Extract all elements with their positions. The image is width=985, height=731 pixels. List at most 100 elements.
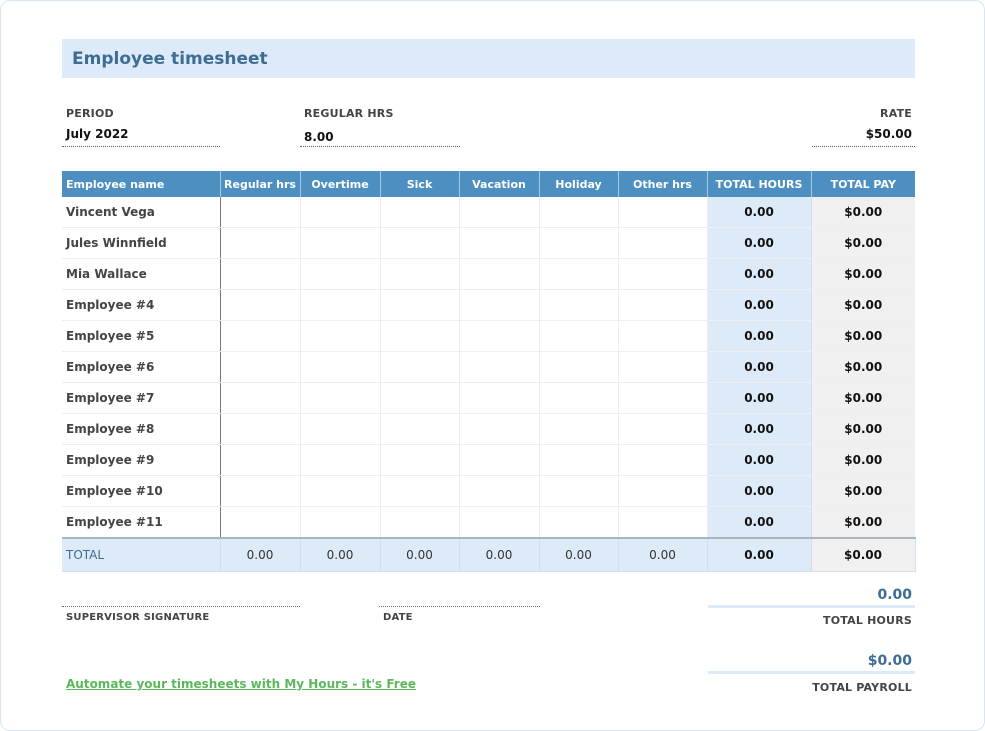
sick-cell[interactable] [380,475,460,507]
holiday-cell[interactable] [539,289,619,321]
holiday-cell[interactable] [539,444,619,476]
other-hrs-cell[interactable] [618,258,708,290]
sick-cell[interactable] [380,382,460,414]
holiday-cell[interactable] [539,506,619,539]
sick-cell[interactable] [380,444,460,476]
sick-cell[interactable] [380,258,460,290]
column-header-vacation: Vacation [459,171,540,197]
rate-value[interactable]: $50.00 [866,127,912,141]
regular-hrs-cell[interactable] [220,506,301,539]
vacation-cell[interactable] [459,258,540,290]
vacation-cell[interactable] [459,197,540,228]
employee-name-cell[interactable]: Mia Wallace [62,258,221,290]
overtime-cell[interactable] [300,258,381,290]
vacation-cell[interactable] [459,289,540,321]
employee-name-cell[interactable]: Employee #11 [62,506,221,539]
other-hrs-cell[interactable] [618,413,708,445]
total-hours-cell: 0.00 [707,289,812,321]
automate-timesheets-link[interactable]: Automate your timesheets with My Hours -… [66,677,416,691]
regular-hrs-cell[interactable] [220,289,301,321]
overtime-cell[interactable] [300,382,381,414]
other-hrs-cell[interactable] [618,382,708,414]
overtime-cell[interactable] [300,444,381,476]
total-hours-cell: 0.00 [707,227,812,259]
total-hours-cell: 0.00 [707,475,812,507]
other-hrs-cell[interactable] [618,197,708,228]
period-value[interactable]: July 2022 [66,127,129,141]
holiday-cell[interactable] [539,351,619,383]
other-hrs-cell[interactable] [618,506,708,539]
overtime-cell[interactable] [300,227,381,259]
sick-cell[interactable] [380,289,460,321]
column-header-sick: Sick [380,171,460,197]
supervisor-signature-line[interactable] [62,606,300,607]
employee-name-cell[interactable]: Employee #5 [62,320,221,352]
holiday-cell[interactable] [539,258,619,290]
vacation-cell[interactable] [459,382,540,414]
total-hours-cell: 0.00 [707,413,812,445]
vacation-cell[interactable] [459,506,540,539]
totals-row: TOTAL 0.00 0.00 0.00 0.00 0.00 0.00 0.00… [62,537,916,572]
date-line[interactable] [379,606,540,607]
other-hrs-cell[interactable] [618,227,708,259]
employee-name-cell[interactable]: Employee #6 [62,351,221,383]
rate-label: RATE [880,107,912,120]
regular-hrs-cell[interactable] [220,444,301,476]
total-hours-cell: 0.00 [707,444,812,476]
holiday-cell[interactable] [539,475,619,507]
overtime-cell[interactable] [300,320,381,352]
sick-cell[interactable] [380,413,460,445]
overtime-cell[interactable] [300,475,381,507]
regular-hrs-cell[interactable] [220,475,301,507]
other-hrs-cell[interactable] [618,444,708,476]
vacation-cell[interactable] [459,444,540,476]
total-hours-cell: 0.00 [707,258,812,290]
employee-name-cell[interactable]: Employee #10 [62,475,221,507]
employee-name-cell[interactable]: Jules Winnfield [62,227,221,259]
holiday-cell[interactable] [539,413,619,445]
vacation-cell[interactable] [459,227,540,259]
employee-name-cell[interactable]: Employee #8 [62,413,221,445]
holiday-cell[interactable] [539,382,619,414]
total-hours-cell: 0.00 [707,351,812,383]
overtime-cell[interactable] [300,289,381,321]
holiday-cell[interactable] [539,197,619,228]
vacation-cell[interactable] [459,413,540,445]
other-hrs-cell[interactable] [618,351,708,383]
sick-cell[interactable] [380,506,460,539]
total-hours-cell: 0.00 [707,382,812,414]
vacation-cell[interactable] [459,320,540,352]
vacation-cell[interactable] [459,475,540,507]
vacation-cell[interactable] [459,351,540,383]
overtime-cell[interactable] [300,506,381,539]
employee-name-cell[interactable]: Employee #7 [62,382,221,414]
employee-name-cell[interactable]: Employee #9 [62,444,221,476]
employee-name-cell[interactable]: Vincent Vega [62,197,221,228]
regular-hrs-cell[interactable] [220,227,301,259]
other-hrs-cell[interactable] [618,320,708,352]
regular-hrs-cell[interactable] [220,197,301,228]
total-hours-summary-value: 0.00 [877,587,912,603]
overtime-cell[interactable] [300,351,381,383]
period-underline [62,146,220,147]
other-hrs-cell[interactable] [618,475,708,507]
sick-cell[interactable] [380,227,460,259]
regular-hrs-value[interactable]: 8.00 [304,130,334,144]
table-row: Employee #10 0.00 $0.00 [62,475,915,507]
regular-hrs-cell[interactable] [220,351,301,383]
overtime-cell[interactable] [300,413,381,445]
employee-name-cell[interactable]: Employee #4 [62,289,221,321]
sick-cell[interactable] [380,320,460,352]
totals-label: TOTAL [62,537,221,572]
holiday-cell[interactable] [539,320,619,352]
regular-hrs-cell[interactable] [220,413,301,445]
other-hrs-cell[interactable] [618,289,708,321]
regular-hrs-cell[interactable] [220,382,301,414]
sick-cell[interactable] [380,197,460,228]
table-header-row: Employee name Regular hrs Overtime Sick … [62,171,915,197]
regular-hrs-cell[interactable] [220,258,301,290]
overtime-cell[interactable] [300,197,381,228]
holiday-cell[interactable] [539,227,619,259]
regular-hrs-cell[interactable] [220,320,301,352]
sick-cell[interactable] [380,351,460,383]
